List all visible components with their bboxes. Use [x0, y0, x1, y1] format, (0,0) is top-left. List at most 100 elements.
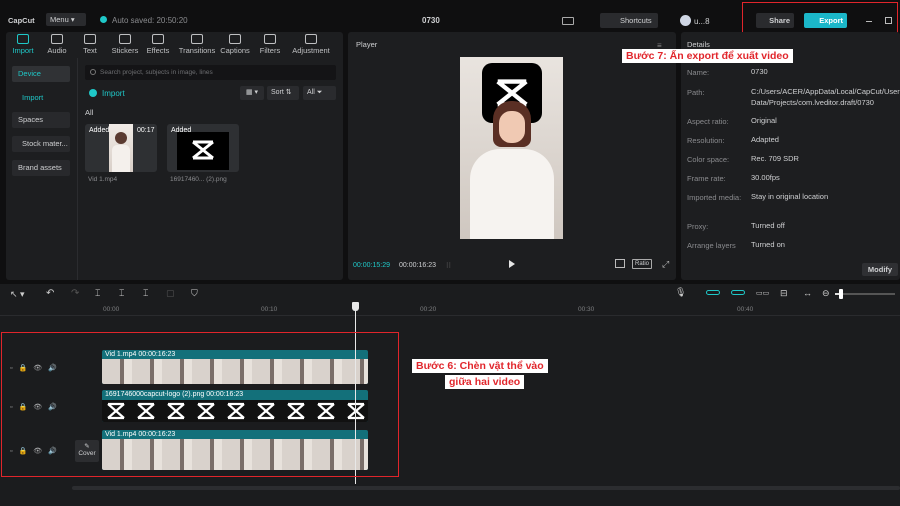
- timeline-grid-icon[interactable]: ⁝⁝: [446, 261, 451, 270]
- sort-label: Sort: [271, 89, 284, 96]
- step6-callout-line1: Bước 6: Chèn vật thể vào: [412, 359, 548, 373]
- link-icon[interactable]: [731, 290, 745, 295]
- tab-label: Adjustment: [292, 46, 330, 55]
- detail-label-resolution: Resolution:: [687, 136, 725, 145]
- user-name: u...8: [694, 17, 710, 26]
- capcut-logo-icon: [192, 140, 214, 160]
- audio-icon: [51, 34, 63, 44]
- playhead-handle[interactable]: [352, 302, 359, 311]
- person-face: [499, 111, 525, 143]
- fullscreen-icon[interactable]: ⤢: [662, 259, 669, 270]
- sidebar-item-brand-assets[interactable]: Brand assets: [12, 160, 70, 176]
- preview-axis-icon[interactable]: ▭▭: [756, 289, 769, 297]
- align-icon[interactable]: ⊟: [780, 288, 788, 299]
- split-left-icon[interactable]: ⌶: [119, 288, 124, 299]
- detail-value-frame-rate: 30.00fps: [751, 173, 780, 182]
- menu-button[interactable]: Menu ▾: [46, 13, 86, 26]
- play-icon[interactable]: [509, 260, 515, 268]
- horizontal-scrollbar[interactable]: [72, 486, 900, 490]
- ratio-button[interactable]: Ratio: [632, 259, 652, 269]
- tab-captions[interactable]: Captions: [218, 34, 252, 55]
- detail-label-aspect: Aspect ratio:: [687, 117, 729, 126]
- stickers-icon: [119, 34, 131, 44]
- tab-effects[interactable]: Effects: [143, 34, 173, 55]
- sidebar-item-spaces[interactable]: Spaces: [12, 112, 70, 128]
- tab-label: Text: [83, 46, 97, 55]
- sort-button[interactable]: Sort ⇅: [267, 86, 299, 100]
- sidebar-item-label: Import: [22, 93, 44, 102]
- tab-import[interactable]: Import: [8, 34, 38, 55]
- detail-value-color-space: Rec. 709 SDR: [751, 154, 799, 163]
- view-toggle-button[interactable]: ▦ ▾: [240, 86, 264, 100]
- player-current-time: 00:00:15:29: [353, 262, 390, 269]
- split-icon[interactable]: ⌶: [95, 288, 100, 299]
- detail-value-name: 0730: [751, 67, 768, 76]
- person-body: [470, 149, 554, 239]
- sidebar-item-label: Stock mater...: [22, 139, 68, 148]
- tab-label: Import: [12, 46, 34, 55]
- select-tool-icon[interactable]: ↖ ▾: [10, 289, 25, 300]
- tab-label: Effects: [146, 46, 170, 55]
- filters-icon: [264, 34, 276, 44]
- fit-icon[interactable]: [615, 259, 625, 268]
- detail-label-color-space: Color space:: [687, 155, 730, 164]
- filter-all-button[interactable]: All ⏷: [303, 86, 336, 100]
- search-placeholder: Search project, subjects in image, lines: [100, 69, 213, 76]
- delete-icon[interactable]: ▢: [166, 288, 175, 299]
- split-right-icon[interactable]: ⌶: [143, 288, 148, 299]
- zoom-slider[interactable]: [835, 293, 895, 295]
- thumb-shirt: [112, 145, 130, 172]
- sidebar-item-import[interactable]: Import: [12, 90, 70, 106]
- zoom-handle[interactable]: [839, 289, 843, 299]
- ruler-label: 00:10: [261, 306, 278, 313]
- modify-button[interactable]: Modify: [862, 263, 898, 276]
- shield-icon[interactable]: ⛉: [191, 288, 198, 299]
- sidebar-item-label: Brand assets: [18, 163, 62, 172]
- tab-stickers[interactable]: Stickers: [109, 34, 141, 55]
- layout-icon[interactable]: [562, 17, 574, 25]
- tab-text[interactable]: Text: [77, 34, 103, 55]
- detail-label-name: Name:: [687, 68, 710, 77]
- timeline-ruler: [0, 300, 900, 316]
- sidebar-item-device[interactable]: Device: [12, 66, 70, 82]
- undo-icon[interactable]: ↶: [46, 288, 54, 299]
- shortcuts-button[interactable]: Shortcuts: [600, 13, 658, 28]
- tab-transitions[interactable]: Transitions: [177, 34, 217, 55]
- redo-icon[interactable]: ↷: [71, 288, 79, 299]
- microphone-icon[interactable]: 🎙: [675, 287, 686, 298]
- added-badge: Added: [171, 127, 192, 134]
- magnet-icon[interactable]: [706, 290, 720, 295]
- ruler-label: 00:30: [578, 306, 595, 313]
- search-icon: [90, 69, 96, 75]
- step6-callout-line2: giữa hai video: [445, 375, 525, 389]
- video-preview: [460, 57, 563, 239]
- detail-value-proxy: Turned off: [751, 221, 785, 230]
- tab-adjustment[interactable]: Adjustment: [288, 34, 334, 55]
- tracks-highlight-box: [1, 332, 399, 477]
- menu-label: Menu: [50, 15, 69, 24]
- adjustment-icon: [305, 34, 317, 44]
- capcut-editor-window: CapCut Menu ▾ Auto saved: 20:50:20 0730 …: [0, 0, 900, 506]
- ruler-label: 00:20: [420, 306, 437, 313]
- shortcuts-label: Shortcuts: [620, 16, 652, 25]
- detail-value-arrange-layers: Turned on: [751, 240, 785, 249]
- added-badge: Added: [89, 127, 110, 134]
- tab-label: Filters: [259, 46, 281, 55]
- captions-icon: [229, 34, 241, 44]
- zoom-out-icon[interactable]: ⊖: [822, 288, 830, 299]
- fit-timeline-icon[interactable]: ↔: [803, 288, 812, 298]
- import-icon: [89, 89, 97, 97]
- detail-label-frame-rate: Frame rate:: [687, 174, 726, 183]
- ruler-label: 00:40: [737, 306, 754, 313]
- detail-label-path: Path:: [687, 88, 705, 97]
- media-item-name: Vid 1.mp4: [88, 176, 118, 183]
- sidebar-item-stock[interactable]: Stock mater...: [12, 136, 70, 152]
- tab-filters[interactable]: Filters: [257, 34, 283, 55]
- avatar[interactable]: [680, 15, 691, 26]
- filter-label: All: [307, 89, 315, 96]
- text-icon: [84, 34, 96, 44]
- ratio-label: Ratio: [634, 261, 649, 267]
- import-button[interactable]: Import: [102, 89, 125, 98]
- modify-label: Modify: [867, 265, 893, 274]
- tab-audio[interactable]: Audio: [42, 34, 72, 55]
